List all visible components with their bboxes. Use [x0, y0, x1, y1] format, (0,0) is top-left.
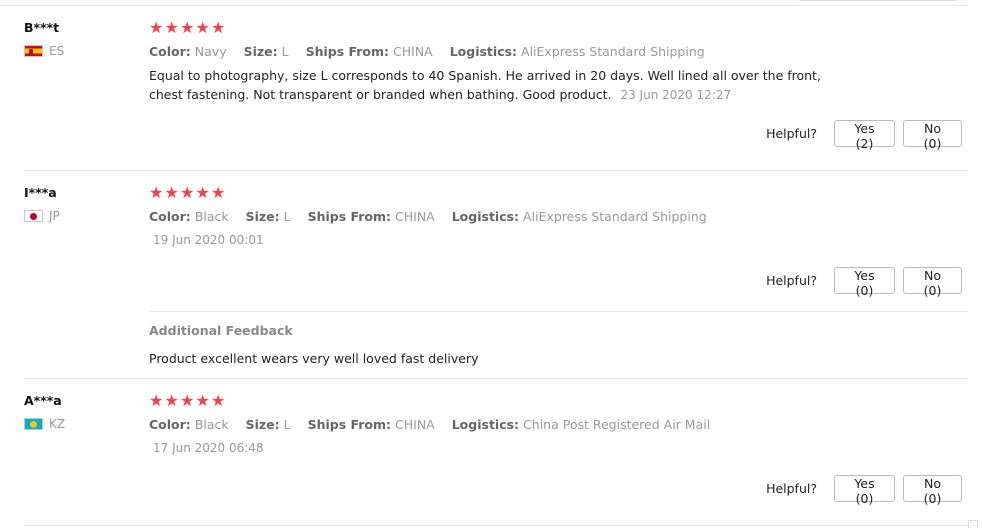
product-attributes: Color: Black Size: L Ships From: CHINA L… [149, 208, 849, 225]
size-value: L [281, 44, 289, 59]
star-rating: ★ ★ ★ ★ ★ [149, 20, 849, 36]
kazakhstan-flag-icon [24, 418, 43, 430]
additional-feedback-text: Product excellent wears very well loved … [149, 351, 479, 366]
color-label: Color: [149, 209, 191, 224]
color-label: Color: [149, 417, 191, 432]
logistics-value: China Post Registered Air Mail [523, 417, 711, 432]
size-label: Size: [245, 209, 280, 224]
reviewer-country: JP [24, 209, 60, 223]
ships-from-value: CHINA [393, 44, 433, 59]
review-date: 19 Jun 2020 00:01 [153, 233, 264, 247]
reviewer-country: ES [24, 44, 64, 58]
japan-flag-icon [24, 210, 43, 222]
country-code: KZ [49, 417, 66, 431]
divider [0, 5, 968, 6]
star-icon: ★ [211, 183, 226, 202]
reviewer-info: I***a JP [24, 184, 60, 223]
reviewer-name: A***a [24, 393, 62, 408]
ships-from-value: CHINA [395, 417, 435, 432]
star-icon: ★ [195, 183, 210, 202]
star-icon: ★ [149, 183, 164, 202]
helpful-no-button[interactable]: No (0) [903, 475, 962, 506]
color-value: Black [194, 417, 229, 432]
additional-feedback-title: Additional Feedback [149, 323, 293, 338]
size-value: L [283, 417, 291, 432]
additional-feedback-divider [149, 311, 968, 312]
reviewer-name: B***t [24, 20, 60, 35]
star-icon: ★ [164, 18, 179, 37]
star-icon: ★ [211, 391, 226, 410]
scrollbar[interactable] [968, 520, 978, 528]
star-icon: ★ [180, 183, 195, 202]
star-icon: ★ [195, 391, 210, 410]
logistics-label: Logistics: [451, 417, 520, 432]
helpful-label: Helpful? [766, 273, 817, 288]
size-label: Size: [245, 417, 280, 432]
reviewer-info: A***a KZ [24, 392, 65, 431]
color-value: Black [194, 209, 229, 224]
logistics-value: AliExpress Standard Shipping [521, 44, 705, 59]
star-rating: ★ ★ ★ ★ ★ [149, 393, 849, 409]
helpful-votes: Helpful? Yes (0) No (0) [766, 475, 962, 506]
logistics-value: AliExpress Standard Shipping [523, 209, 707, 224]
ships-from-label: Ships From: [307, 417, 392, 432]
product-attributes: Color: Black Size: L Ships From: CHINA L… [149, 416, 849, 433]
ships-from-label: Ships From: [305, 44, 390, 59]
reviewer-country: KZ [24, 417, 65, 431]
helpful-votes: Helpful? Yes (2) No (0) [766, 120, 962, 151]
star-icon: ★ [180, 18, 195, 37]
color-value: Navy [194, 44, 227, 59]
helpful-label: Helpful? [766, 126, 817, 141]
review-date: 17 Jun 2020 06:48 [153, 441, 264, 455]
star-icon: ★ [149, 391, 164, 410]
helpful-yes-button[interactable]: Yes (0) [834, 475, 895, 506]
helpful-no-button[interactable]: No (0) [903, 120, 962, 151]
review-divider [24, 378, 968, 379]
helpful-votes: Helpful? Yes (0) No (0) [766, 267, 962, 298]
review-divider [24, 525, 968, 526]
product-attributes: Color: Navy Size: L Ships From: CHINA Lo… [149, 43, 849, 60]
helpful-label: Helpful? [766, 481, 817, 496]
star-icon: ★ [211, 18, 226, 37]
ships-from-value: CHINA [395, 209, 435, 224]
review-date: 23 Jun 2020 12:27 [620, 88, 732, 102]
star-rating: ★ ★ ★ ★ ★ [149, 185, 849, 201]
helpful-yes-button[interactable]: Yes (0) [834, 267, 895, 298]
star-icon: ★ [195, 18, 210, 37]
sort-dropdown-edge[interactable] [798, 0, 958, 1]
star-icon: ★ [164, 183, 179, 202]
star-icon: ★ [180, 391, 195, 410]
spain-flag-icon [24, 45, 43, 57]
review-content: ★ ★ ★ ★ ★ Color: Black Size: L Ships Fro… [149, 393, 849, 456]
country-code: ES [49, 44, 65, 58]
country-code: JP [49, 209, 60, 223]
star-icon: ★ [164, 391, 179, 410]
helpful-no-button[interactable]: No (0) [903, 267, 962, 298]
top-strip [0, 0, 982, 6]
logistics-label: Logistics: [449, 44, 518, 59]
helpful-yes-button[interactable]: Yes (2) [834, 120, 895, 151]
reviewer-name: I***a [24, 185, 57, 200]
color-label: Color: [149, 44, 191, 59]
review-content: ★ ★ ★ ★ ★ Color: Navy Size: L Ships From… [149, 20, 849, 105]
logistics-label: Logistics: [451, 209, 520, 224]
ships-from-label: Ships From: [307, 209, 392, 224]
review-content: ★ ★ ★ ★ ★ Color: Black Size: L Ships Fro… [149, 185, 849, 248]
reviewer-info: B***t ES [24, 19, 64, 58]
size-label: Size: [243, 44, 278, 59]
review-text-block: Equal to photography, size L corresponds… [149, 66, 839, 105]
size-value: L [283, 209, 291, 224]
review-divider [24, 170, 968, 171]
star-icon: ★ [149, 18, 164, 37]
